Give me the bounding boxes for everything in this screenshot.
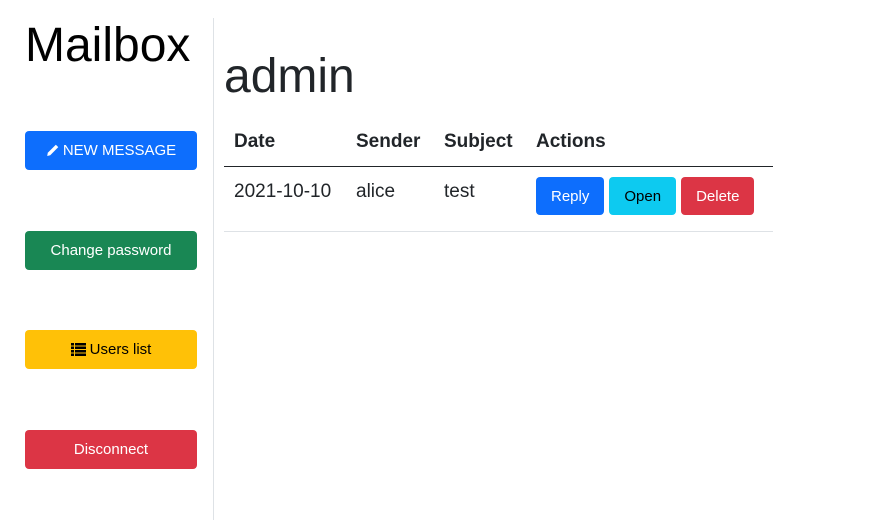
new-message-label: NEW MESSAGE (62, 142, 177, 159)
change-password-label: Change password (50, 242, 172, 259)
open-button[interactable]: Open (609, 177, 677, 215)
new-message-button[interactable]: NEW MESSAGE (25, 131, 197, 170)
disconnect-button[interactable]: Disconnect (25, 430, 197, 469)
pencil-icon (46, 144, 59, 157)
message-date: 2021-10-10 (224, 166, 346, 232)
users-list-button[interactable]: Users list (25, 330, 197, 369)
messages-table: Date Sender Subject Actions 2021-10-10 a… (224, 120, 773, 232)
change-password-button[interactable]: Change password (25, 231, 197, 270)
app-title: Mailbox (25, 19, 191, 72)
reply-button[interactable]: Reply (536, 177, 605, 215)
column-header-date: Date (224, 120, 346, 167)
column-header-sender: Sender (346, 120, 434, 167)
column-header-actions: Actions (526, 120, 773, 167)
column-header-subject: Subject (434, 120, 526, 167)
list-icon (70, 343, 86, 356)
table-row: 2021-10-10 alice test Reply Open Delete (224, 166, 773, 232)
message-subject: test (434, 166, 526, 232)
disconnect-label: Disconnect (73, 441, 149, 458)
message-actions: Reply Open Delete (526, 166, 773, 232)
delete-button[interactable]: Delete (681, 177, 755, 215)
message-sender: alice (346, 166, 434, 232)
page: Mailbox NEW MESSAGE Change password User… (0, 0, 887, 520)
page-title: admin (224, 50, 355, 103)
table-header-row: Date Sender Subject Actions (224, 120, 773, 167)
users-list-label: Users list (89, 341, 152, 358)
